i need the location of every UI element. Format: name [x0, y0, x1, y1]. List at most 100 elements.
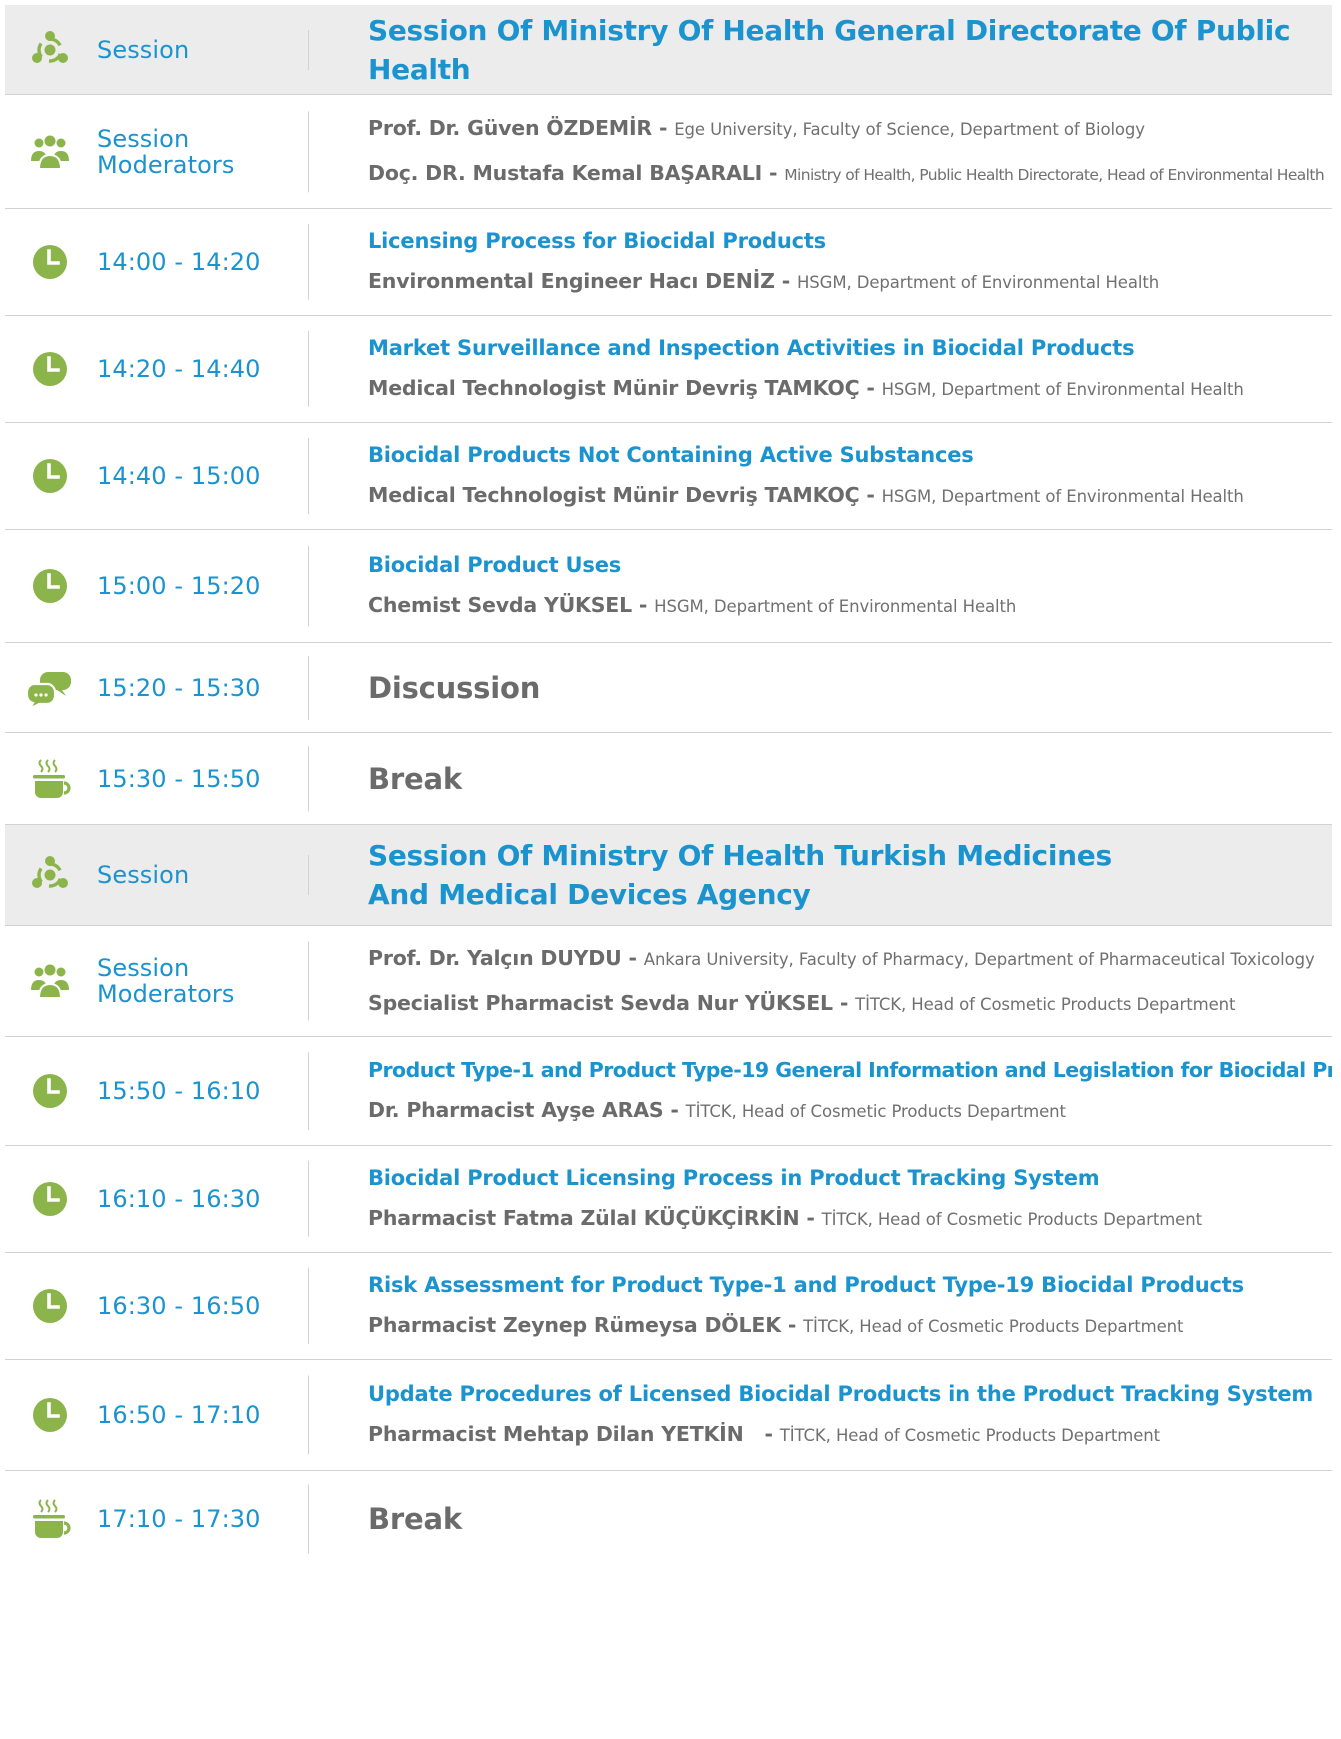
- speaker-line: Pharmacist Mehtap Dilan YETKİN - TİTCK, …: [368, 1421, 1161, 1446]
- talk-row: 14:20 - 14:40 Market Surveillance and In…: [5, 316, 1332, 423]
- speaker-affiliation: TİTCK, Head of Cosmetic Products Departm…: [685, 1101, 1066, 1121]
- moderator-name: Prof. Dr. Güven ÖZDEMİR: [368, 116, 653, 140]
- row-label-cell: Session Moderators: [5, 926, 309, 1036]
- row-label-cell: 15:50 - 16:10: [5, 1037, 309, 1145]
- speaker-affiliation: TİTCK, Head of Cosmetic Products Departm…: [779, 1425, 1161, 1445]
- moderators-row: Session Moderators Prof. Dr. Güven ÖZDEMİ…: [5, 95, 1332, 209]
- row-label-cell: 17:10 - 17:30: [5, 1471, 309, 1567]
- speaker-line: Dr. Pharmacist Ayşe ARAS - TİTCK, Head o…: [368, 1097, 1066, 1122]
- row-content-cell: Discussion: [309, 671, 1332, 705]
- session-title: Session Of Ministry Of Health General Di…: [368, 13, 1291, 86]
- row-content-cell: Session Of Ministry Of Health General Di…: [309, 11, 1332, 89]
- moderator-affiliation: Ege University, Faculty of Science, Depa…: [674, 120, 1145, 139]
- clock-icon: [27, 239, 73, 285]
- talk-row: 16:10 - 16:30 Biocidal Product Licensing…: [5, 1146, 1332, 1253]
- row-label-cell: Session Moderators: [5, 95, 309, 208]
- row-content-cell: Licensing Process for Biocidal Products …: [309, 229, 1332, 296]
- row-content-cell: Break: [309, 1502, 1332, 1536]
- speaker-name: Dr. Pharmacist Ayşe ARAS: [368, 1097, 664, 1122]
- clock-icon: [27, 1176, 73, 1222]
- session-header-row: Session Session Of Ministry Of Health Ge…: [5, 5, 1332, 95]
- row-content-cell: Biocidal Product Licensing Process in Pr…: [309, 1166, 1332, 1233]
- row-content-cell: Session Of Ministry Of Health Turkish Me…: [309, 836, 1332, 914]
- session-label: Session: [97, 861, 190, 889]
- row-content-cell: Break: [309, 762, 1332, 796]
- speaker-line: Medical Technologist Münir Devriş TAMKOÇ…: [368, 482, 1244, 507]
- moderator-name: Prof. Dr. Yalçın DUYDU: [368, 945, 622, 970]
- speaker-line: Chemist Sevda YÜKSEL - HSGM, Department …: [368, 592, 1017, 617]
- talk-title: Risk Assessment for Product Type-1 and P…: [368, 1272, 1244, 1297]
- break-label: Break: [368, 761, 462, 796]
- row-label-cell: Session: [5, 825, 309, 925]
- discussion-row: 15:20 - 15:30 Discussion: [5, 643, 1332, 733]
- row-label-cell: 14:20 - 14:40: [5, 316, 309, 422]
- time-slot: 15:50 - 16:10: [97, 1077, 261, 1105]
- talk-row: 14:00 - 14:20 Licensing Process for Bioc…: [5, 209, 1332, 316]
- speaker-line: Pharmacist Fatma Zülal KÜÇÜKÇİRKİN - TİT…: [368, 1205, 1202, 1230]
- time-slot: 14:20 - 14:40: [97, 355, 261, 383]
- talk-row: 15:00 - 15:20 Biocidal Product Uses Chem…: [5, 530, 1332, 643]
- moderator-affiliation: Ankara University, Faculty of Pharmacy, …: [643, 949, 1315, 969]
- time-slot: 16:10 - 16:30: [97, 1185, 261, 1213]
- clock-icon: [27, 1392, 73, 1438]
- row-label-cell: 15:20 - 15:30: [5, 643, 309, 732]
- talk-title: Biocidal Products Not Containing Active …: [368, 442, 974, 467]
- speaker-affiliation: HSGM, Department of Environmental Health: [796, 272, 1160, 292]
- time-slot: 17:10 - 17:30: [97, 1505, 261, 1533]
- talk-title: Licensing Process for Biocidal Products: [368, 228, 826, 253]
- speaker-name: Medical Technologist Münir Devriş TAMKOÇ: [368, 482, 860, 507]
- talk-row: 16:50 - 17:10 Update Procedures of Licen…: [5, 1360, 1332, 1471]
- speaker-name: Environmental Engineer Hacı DENİZ: [368, 268, 775, 293]
- clock-icon: [27, 1283, 73, 1329]
- speaker-name: Pharmacist Fatma Zülal KÜÇÜKÇİRKİN: [368, 1205, 800, 1230]
- session-label: Session: [97, 35, 190, 64]
- time-slot: 15:30 - 15:50: [97, 764, 261, 793]
- row-label-cell: 15:30 - 15:50: [5, 733, 309, 824]
- speaker-affiliation: TİTCK, Head of Cosmetic Products Departm…: [821, 1209, 1202, 1229]
- moderators-row: Session Moderators Prof. Dr. Yalçın DUYDU…: [5, 926, 1332, 1037]
- row-label-cell: 15:00 - 15:20: [5, 530, 309, 642]
- speaker-affiliation: HSGM, Department of Environmental Health: [881, 379, 1244, 399]
- speaker-affiliation: TİTCK, Head of Cosmetic Products Departm…: [803, 1316, 1184, 1336]
- moderator-entry: Doç. DR. Mustafa Kemal BAŞARALI - Minist…: [368, 161, 1325, 185]
- speaker-name: Medical Technologist Münir Devriş TAMKOÇ: [368, 375, 860, 400]
- row-content-cell: Prof. Dr. Yalçın DUYDU - Ankara Universi…: [309, 945, 1332, 1018]
- people-group-icon: [27, 129, 73, 175]
- discussion-label: Discussion: [368, 670, 541, 705]
- row-content-cell: Prof. Dr. Güven ÖZDEMİR - Ege University…: [309, 115, 1332, 188]
- row-content-cell: Risk Assessment for Product Type-1 and P…: [309, 1273, 1332, 1340]
- talk-row: 14:40 - 15:00 Biocidal Products Not Cont…: [5, 423, 1332, 530]
- time-slot: 15:20 - 15:30: [97, 673, 261, 702]
- agenda-table: Session Session Of Ministry Of Health Ge…: [5, 5, 1332, 1567]
- clock-icon: [27, 346, 73, 392]
- clock-icon: [27, 563, 73, 609]
- time-slot: 14:40 - 15:00: [97, 462, 261, 490]
- break-label: Break: [368, 1502, 462, 1536]
- talk-title: Product Type-1 and Product Type-19 Gener…: [368, 1057, 1332, 1082]
- speaker-affiliation: HSGM, Department of Environmental Health: [654, 596, 1017, 616]
- talk-title: Biocidal Product Uses: [368, 552, 622, 577]
- talk-row: 16:30 - 16:50 Risk Assessment for Produc…: [5, 1253, 1332, 1360]
- moderator-entry: Prof. Dr. Yalçın DUYDU - Ankara Universi…: [368, 945, 1315, 970]
- speaker-affiliation: HSGM, Department of Environmental Health: [881, 486, 1244, 506]
- session-network-icon: [27, 27, 73, 73]
- clock-icon: [27, 453, 73, 499]
- break-row: 15:30 - 15:50 Break: [5, 733, 1332, 825]
- time-slot: 14:00 - 14:20: [97, 248, 261, 276]
- session-network-icon: [27, 852, 73, 898]
- time-slot: 16:50 - 17:10: [97, 1401, 261, 1429]
- clock-icon: [27, 1068, 73, 1114]
- coffee-cup-icon: [27, 756, 73, 802]
- moderator-entry: Prof. Dr. Güven ÖZDEMİR - Ege University…: [368, 116, 1145, 140]
- moderators-label: Session Moderators: [97, 954, 235, 1008]
- row-label-cell: Session: [5, 5, 309, 94]
- speaker-name: Chemist Sevda YÜKSEL: [368, 592, 632, 617]
- moderator-name: Doç. DR. Mustafa Kemal BAŞARALI: [368, 161, 763, 185]
- speaker-line: Pharmacist Zeynep Rümeysa DÖLEK - TİTCK,…: [368, 1312, 1184, 1337]
- row-label-cell: 14:40 - 15:00: [5, 423, 309, 529]
- speaker-line: Environmental Engineer Hacı DENİZ - HSGM…: [368, 268, 1160, 293]
- session-header-row: Session Session Of Ministry Of Health Tu…: [5, 825, 1332, 926]
- talk-title: Update Procedures of Licensed Biocidal P…: [368, 1381, 1314, 1406]
- row-label-cell: 14:00 - 14:20: [5, 209, 309, 315]
- row-content-cell: Market Surveillance and Inspection Activ…: [309, 336, 1332, 403]
